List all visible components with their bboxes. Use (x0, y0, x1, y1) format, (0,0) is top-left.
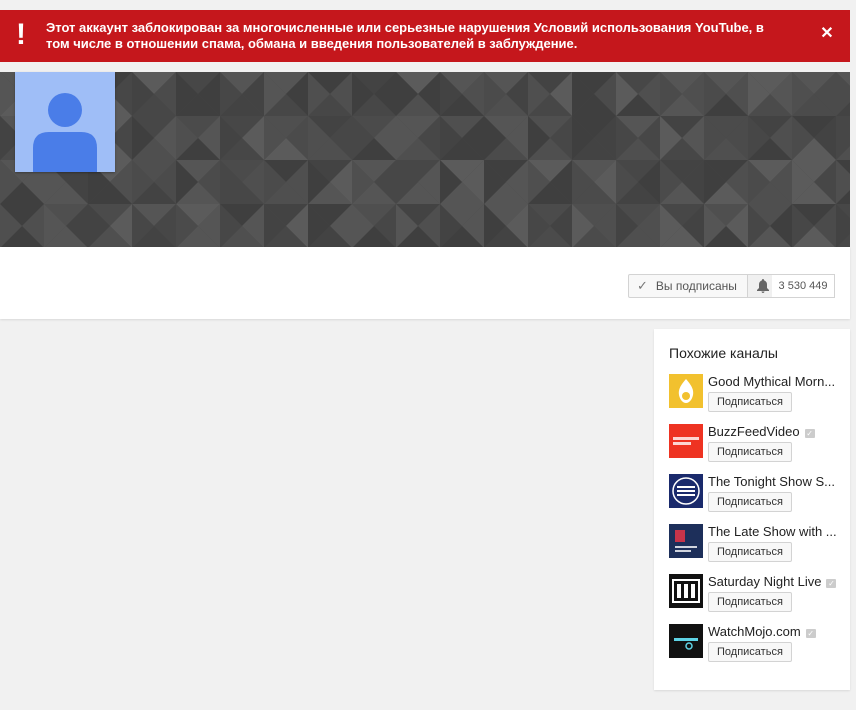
channel-banner (0, 72, 850, 247)
subscribe-button[interactable]: Подписаться (708, 442, 792, 462)
channel-name[interactable]: The Late Show with ... (708, 524, 838, 540)
bell-icon (756, 279, 769, 293)
subscribe-button[interactable]: Подписаться (708, 592, 792, 612)
channel-thumbnail[interactable] (669, 424, 703, 458)
related-channel-item: Good Mythical Morn... Подписаться (669, 374, 845, 416)
channel-name[interactable]: The Tonight Show S... (708, 474, 838, 490)
subscribe-button[interactable]: Подписаться (708, 492, 792, 512)
verified-icon: ✓ (804, 429, 815, 438)
verified-icon: ✓ (805, 629, 816, 638)
account-terminated-alert: ! Этот аккаунт заблокирован за многочисл… (0, 10, 850, 62)
subscribed-button[interactable]: ✓ Вы подписаны (628, 274, 779, 298)
related-channels: Похожие каналы Good Mythical Morn... Под… (654, 329, 850, 690)
alert-message: Этот аккаунт заблокирован за многочислен… (46, 20, 764, 51)
channel-thumbnail[interactable] (669, 624, 703, 658)
related-channel-item: Saturday Night Live ✓ Подписаться (669, 574, 845, 616)
channel-avatar (15, 72, 115, 172)
related-channels-title: Похожие каналы (669, 345, 778, 361)
subscribed-label: Вы подписаны (655, 279, 737, 293)
related-channel-item: BuzzFeedVideo ✓ Подписаться (669, 424, 845, 466)
verified-icon: ✓ (826, 579, 837, 588)
channel-header: ✓ Вы подписаны 3 530 449 (0, 247, 850, 319)
channel-name[interactable]: WatchMojo.com ✓ (708, 624, 838, 640)
channel-name[interactable]: BuzzFeedVideo ✓ (708, 424, 838, 440)
banner-pattern (0, 72, 850, 247)
default-user-icon (15, 72, 115, 172)
subscriber-count: 3 530 449 (772, 274, 835, 298)
channel-name[interactable]: Good Mythical Morn... (708, 374, 838, 390)
check-icon: ✓ (637, 278, 648, 293)
channel-name[interactable]: Saturday Night Live ✓ (708, 574, 838, 590)
close-icon[interactable]: ✕ (820, 26, 834, 42)
related-channel-item: The Tonight Show S... Подписаться (669, 474, 845, 516)
channel-thumbnail[interactable] (669, 524, 703, 558)
related-channel-item: WatchMojo.com ✓ Подписаться (669, 624, 845, 666)
subscribe-button[interactable]: Подписаться (708, 642, 792, 662)
exclamation-icon: ! (16, 18, 26, 51)
subscribe-button[interactable]: Подписаться (708, 542, 792, 562)
related-channel-item: The Late Show with ... Подписаться (669, 524, 845, 566)
channel-thumbnail[interactable] (669, 474, 703, 508)
unsubscribe-button[interactable]: ✓ Вы подписаны (629, 275, 747, 297)
channel-thumbnail[interactable] (669, 574, 703, 608)
channel-thumbnail[interactable] (669, 374, 703, 408)
subscribe-button[interactable]: Подписаться (708, 392, 792, 412)
